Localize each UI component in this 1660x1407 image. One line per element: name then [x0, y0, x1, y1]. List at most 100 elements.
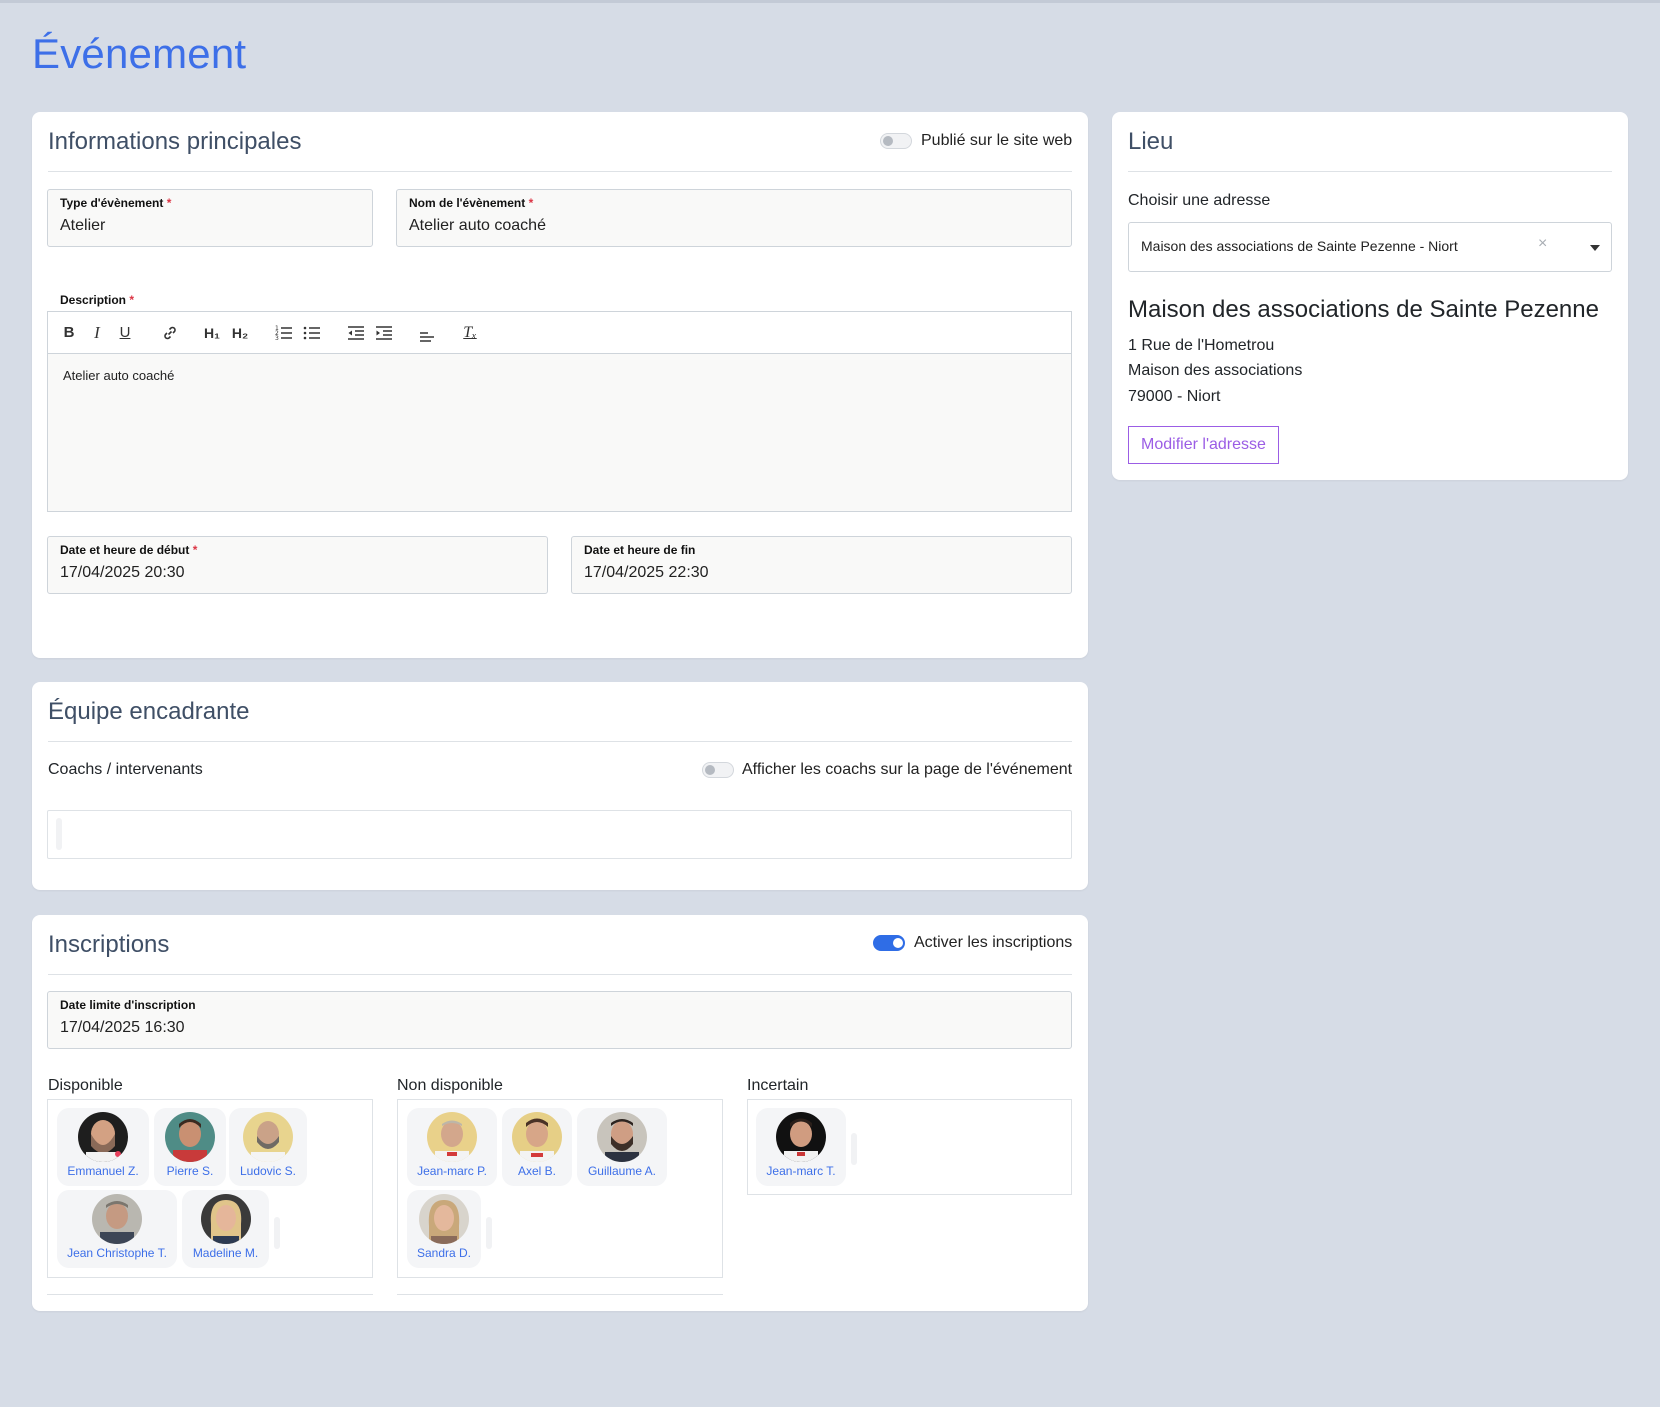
clear-icon[interactable]: ×	[1538, 235, 1547, 253]
indent-icon[interactable]	[375, 323, 393, 343]
team-separator	[48, 741, 1072, 742]
description-body[interactable]: Atelier auto coaché	[48, 354, 1071, 511]
person-card[interactable]: Guillaume A.	[577, 1108, 667, 1186]
lieu-separator	[1128, 171, 1612, 172]
avatar	[597, 1112, 647, 1162]
person-name: Axel B.	[517, 1164, 556, 1178]
person-name: Sandra D.	[416, 1246, 472, 1260]
person-card[interactable]: Pierre S.	[154, 1108, 226, 1186]
coaches-label: Coachs / intervenants	[48, 761, 203, 778]
enable-inscriptions-toggle[interactable]	[873, 935, 905, 951]
address-line: Maison des associations	[1128, 362, 1303, 379]
drag-handle[interactable]	[851, 1133, 857, 1165]
event-name-field[interactable]: Nom de l'évènement * Atelier auto coaché	[396, 189, 1072, 247]
outdent-icon[interactable]	[347, 323, 365, 343]
person-card[interactable]: Madeline M.	[182, 1190, 269, 1268]
end-date-value: 17/04/2025 22:30	[584, 564, 709, 581]
coaches-dropzone[interactable]	[47, 810, 1072, 859]
underline-button[interactable]: U	[118, 323, 132, 343]
place-name: Maison des associations de Sainte Pezenn…	[1128, 296, 1599, 323]
description-text: Atelier auto coaché	[63, 368, 175, 383]
person-name: Emmanuel Z.	[67, 1164, 139, 1178]
enable-inscriptions-label: Activer les inscriptions	[914, 934, 1073, 951]
person-card[interactable]: Axel B.	[502, 1108, 572, 1186]
avatar	[419, 1194, 469, 1244]
person-name: Jean-marc P.	[417, 1164, 487, 1178]
inscriptions-title: Inscriptions	[48, 931, 170, 958]
avatar	[243, 1112, 293, 1162]
end-date-field[interactable]: Date et heure de fin 17/04/2025 22:30	[571, 536, 1072, 594]
person-name: Jean-marc T.	[766, 1164, 836, 1178]
end-date-label: Date et heure de fin	[584, 543, 696, 557]
inscriptions-separator	[48, 974, 1072, 975]
event-name-value: Atelier auto coaché	[409, 217, 546, 234]
drag-handle[interactable]	[56, 818, 62, 850]
event-type-label: Type d'évènement	[60, 196, 164, 210]
link-icon[interactable]	[161, 323, 179, 343]
chevron-down-icon[interactable]	[1590, 245, 1600, 251]
person-name: Guillaume A.	[587, 1164, 657, 1178]
lieu-title: Lieu	[1128, 128, 1174, 155]
description-editor: B I U H₁ H₂ 123 Tₓ Atelier auto coaché	[47, 311, 1072, 512]
avatar	[427, 1112, 477, 1162]
avatar	[78, 1112, 128, 1162]
heading1-button[interactable]: H₁	[202, 323, 222, 343]
avatar	[201, 1194, 251, 1244]
required-mark: *	[166, 196, 172, 210]
avatar	[512, 1112, 562, 1162]
team-title: Équipe encadrante	[48, 698, 250, 725]
avatar	[92, 1194, 142, 1244]
clear-format-button[interactable]: Tₓ	[460, 323, 480, 343]
published-toggle[interactable]	[880, 133, 912, 149]
choose-address-label: Choisir une adresse	[1128, 192, 1271, 209]
person-name: Jean Christophe T.	[67, 1246, 167, 1260]
event-type-field[interactable]: Type d'évènement * Atelier	[47, 189, 373, 247]
description-label: Description	[60, 293, 127, 307]
address-select-value: Maison des associations de Sainte Pezenn…	[1141, 238, 1458, 254]
start-date-value: 17/04/2025 20:30	[60, 564, 185, 581]
heading2-button[interactable]: H₂	[230, 323, 250, 343]
start-date-field[interactable]: Date et heure de début * 17/04/2025 20:3…	[47, 536, 548, 594]
bullet-list-icon[interactable]	[303, 323, 321, 343]
address-line: 79000 - Niort	[1128, 388, 1221, 405]
address-select[interactable]: Maison des associations de Sainte Pezenn…	[1128, 222, 1612, 272]
drag-handle[interactable]	[274, 1217, 280, 1249]
published-label: Publié sur le site web	[921, 132, 1073, 149]
person-name: Ludovic S.	[239, 1164, 297, 1178]
ordered-list-icon[interactable]: 123	[275, 323, 293, 343]
italic-button[interactable]: I	[90, 323, 104, 343]
event-type-value: Atelier	[60, 217, 106, 234]
required-mark: *	[129, 293, 135, 307]
avatar	[776, 1112, 826, 1162]
avatar	[165, 1112, 215, 1162]
svg-text:3: 3	[275, 335, 279, 342]
person-card[interactable]: Jean Christophe T.	[57, 1190, 177, 1268]
required-mark: *	[192, 543, 198, 557]
main-info-title: Informations principales	[48, 128, 302, 155]
modify-address-button[interactable]: Modifier l'adresse	[1128, 426, 1279, 464]
group-available-label: Disponible	[48, 1077, 123, 1094]
person-card[interactable]: Sandra D.	[407, 1190, 481, 1268]
page-title: Événement	[32, 30, 247, 77]
show-coaches-label: Afficher les coachs sur la page de l'évé…	[742, 761, 1073, 778]
person-card[interactable]: Jean-marc T.	[756, 1108, 846, 1186]
main-info-separator	[48, 171, 1072, 172]
required-mark: *	[528, 196, 534, 210]
drag-handle[interactable]	[486, 1217, 492, 1249]
show-coaches-toggle[interactable]	[702, 762, 734, 778]
group-uncertain-label: Incertain	[747, 1077, 809, 1094]
editor-toolbar: B I U H₁ H₂ 123 Tₓ	[48, 312, 1071, 354]
deadline-field[interactable]: Date limite d'inscription 17/04/2025 16:…	[47, 991, 1072, 1049]
group-unavailable-underline	[397, 1294, 723, 1295]
start-date-label: Date et heure de début	[60, 543, 190, 557]
person-card[interactable]: Ludovic S.	[229, 1108, 307, 1186]
bold-button[interactable]: B	[62, 323, 76, 343]
align-left-icon[interactable]	[419, 323, 435, 343]
person-name: Pierre S.	[166, 1164, 214, 1178]
deadline-value: 17/04/2025 16:30	[60, 1019, 185, 1036]
person-card[interactable]: Emmanuel Z.	[57, 1108, 149, 1186]
group-available-underline	[47, 1294, 373, 1295]
top-border	[0, 0, 1660, 3]
person-card[interactable]: Jean-marc P.	[407, 1108, 497, 1186]
deadline-label: Date limite d'inscription	[60, 998, 196, 1012]
